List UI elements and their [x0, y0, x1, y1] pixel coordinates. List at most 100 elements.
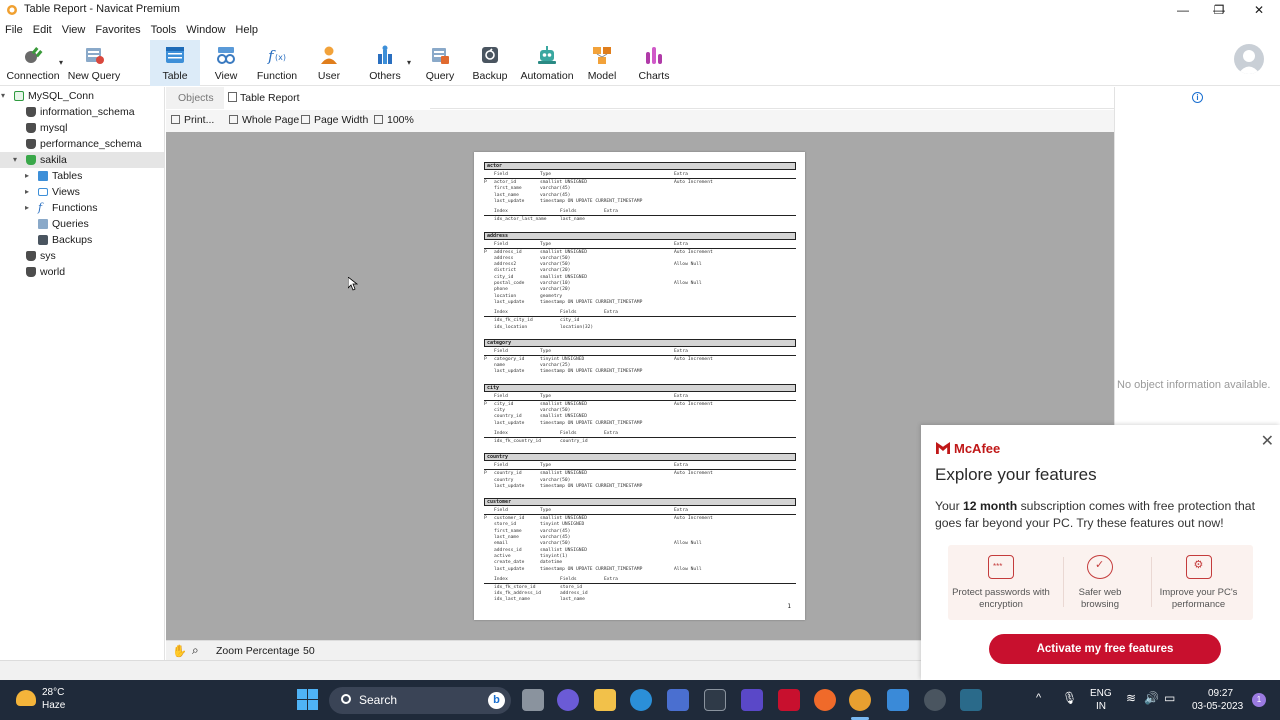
feature-password-protection[interactable]: *** Protect passwords with encryption	[951, 545, 1051, 620]
report-section-customer: customer	[484, 498, 796, 507]
backup-button[interactable]: Backup	[468, 40, 512, 86]
info-icon[interactable]: i	[1192, 92, 1203, 103]
tree-db-sakila[interactable]: ▾ sakila	[0, 152, 164, 168]
app-icon[interactable]	[704, 689, 726, 711]
activate-features-button[interactable]: Activate my free features	[989, 634, 1221, 664]
hand-tool-icon[interactable]: ✋	[172, 644, 187, 658]
report-field-name: postal_code	[494, 281, 525, 286]
zoom-percentage-value[interactable]: 50	[303, 645, 315, 657]
settings-icon[interactable]	[924, 689, 946, 711]
mcafee-taskbar-icon[interactable]	[778, 689, 800, 711]
tree-sakila-views[interactable]: ▸ Views	[0, 184, 164, 200]
clock-time[interactable]: 09:27	[1208, 688, 1233, 699]
tab-table-report[interactable]: Table Report	[224, 87, 430, 109]
report-col-extra: Extra	[674, 393, 688, 399]
tree-db-sys[interactable]: sys	[0, 248, 164, 264]
tree-sakila-tables[interactable]: ▸ Tables	[0, 168, 164, 184]
automation-button[interactable]: Automation	[518, 40, 576, 86]
microsoft-store-icon[interactable]	[667, 689, 689, 711]
report-field-type: varchar(20)	[540, 287, 571, 293]
model-icon	[591, 44, 613, 66]
edge-browser-icon[interactable]	[630, 689, 652, 711]
function-button[interactable]: f (x) Function	[252, 40, 302, 86]
tree-sakila-functions[interactable]: ▸ f Functions	[0, 200, 164, 216]
tree-db-information-schema[interactable]: information_schema	[0, 104, 164, 120]
model-button[interactable]: Model	[582, 40, 622, 86]
robot-icon	[536, 44, 558, 66]
firefox-icon[interactable]	[814, 689, 836, 711]
feature-pc-performance[interactable]: ⚙ Improve your PC's performance	[1146, 545, 1251, 620]
tree-sakila-backups[interactable]: Backups	[0, 232, 164, 248]
wifi-icon[interactable]: ≋	[1126, 691, 1136, 705]
whole-page-button[interactable]: Whole Page	[229, 114, 299, 126]
mouse-cursor-icon	[348, 277, 358, 291]
page-width-button[interactable]: Page Width	[301, 114, 368, 126]
search-label: Search	[359, 693, 398, 707]
connection-button[interactable]: Connection	[4, 40, 62, 86]
terminal-icon[interactable]	[960, 689, 982, 711]
zoom-tool-icon[interactable]: ⌕	[192, 643, 199, 658]
notification-badge[interactable]: 1	[1252, 693, 1266, 707]
report-pk-marker: P	[484, 401, 487, 407]
menu-file[interactable]: File	[0, 22, 28, 36]
taskbar-search[interactable]: Search b	[329, 687, 511, 714]
close-button[interactable]: ✕	[1240, 0, 1278, 20]
report-field-type: smallint UNSIGNED	[540, 414, 588, 420]
others-dropdown-icon[interactable]: ▾	[407, 58, 411, 67]
minimize-button-glyph[interactable]: —	[1164, 0, 1202, 20]
report-col-field: Field	[494, 241, 508, 247]
menu-edit[interactable]: Edit	[28, 22, 57, 36]
notepad-icon[interactable]	[887, 689, 909, 711]
file-explorer-icon[interactable]	[594, 689, 616, 711]
database-icon	[26, 139, 36, 149]
chevron-down-icon[interactable]: ▾	[13, 152, 17, 168]
teams-chat-icon[interactable]	[557, 689, 579, 711]
view-button[interactable]: View	[202, 40, 250, 86]
chevron-down-icon[interactable]: ▾	[1, 88, 5, 104]
maximize-button[interactable]: ❐	[1200, 0, 1238, 20]
chevron-right-icon[interactable]: ▸	[25, 200, 29, 216]
task-view-icon[interactable]	[522, 689, 544, 711]
tree-db-performance-schema[interactable]: performance_schema	[0, 136, 164, 152]
zoom-100-button[interactable]: 100%	[374, 114, 414, 126]
query-button[interactable]: Query	[418, 40, 462, 86]
user-button[interactable]: User	[306, 40, 352, 86]
report-field-name: customer_id	[494, 516, 525, 522]
start-button[interactable]	[297, 689, 319, 711]
navicat-taskbar-icon[interactable]	[849, 689, 871, 711]
report-field-name: name	[494, 363, 506, 369]
charts-button[interactable]: Charts	[632, 40, 676, 86]
others-button[interactable]: Others	[362, 40, 408, 86]
menu-favorites[interactable]: Favorites	[90, 22, 145, 36]
tree-connection-mysql-conn[interactable]: ▾ MySQL_Conn	[0, 88, 164, 104]
chevron-right-icon[interactable]: ▸	[25, 168, 29, 184]
table-button[interactable]: Table	[150, 40, 200, 86]
tree-sakila-queries[interactable]: Queries	[0, 216, 164, 232]
volume-icon[interactable]: 🔊	[1144, 691, 1159, 705]
new-query-button[interactable]: New Query	[66, 40, 122, 86]
microphone-icon[interactable]: 🎙	[1062, 691, 1077, 705]
connection-dropdown-icon[interactable]: ▾	[59, 58, 63, 67]
avatar[interactable]	[1234, 44, 1264, 74]
report-field-type: smallint UNSIGNED	[540, 274, 588, 280]
feature-safe-browsing[interactable]: ✓ Safer web browsing	[1050, 545, 1150, 620]
menu-window[interactable]: Window	[181, 22, 230, 36]
svg-text:(x): (x)	[275, 53, 286, 62]
mcafee-close-icon[interactable]: ✕	[1261, 431, 1274, 451]
report-field-name: address_id	[494, 249, 522, 255]
report-field-name: city	[494, 408, 506, 413]
visual-studio-icon[interactable]	[741, 689, 763, 711]
bing-icon[interactable]: b	[488, 692, 505, 709]
menu-view[interactable]: View	[57, 22, 91, 36]
menu-tools[interactable]: Tools	[146, 22, 182, 36]
report-col-fields: Fields	[560, 209, 577, 215]
print-button[interactable]: Print...	[171, 114, 214, 126]
language-indicator[interactable]: ENG	[1090, 688, 1112, 699]
battery-icon[interactable]: ▭	[1164, 691, 1175, 705]
tab-objects[interactable]: Objects	[178, 87, 214, 109]
tray-overflow-icon[interactable]: ^	[1036, 692, 1041, 704]
menu-help[interactable]: Help	[230, 22, 263, 36]
chevron-right-icon[interactable]: ▸	[25, 184, 29, 200]
tree-db-world[interactable]: world	[0, 264, 164, 280]
tree-db-mysql[interactable]: mysql	[0, 120, 164, 136]
